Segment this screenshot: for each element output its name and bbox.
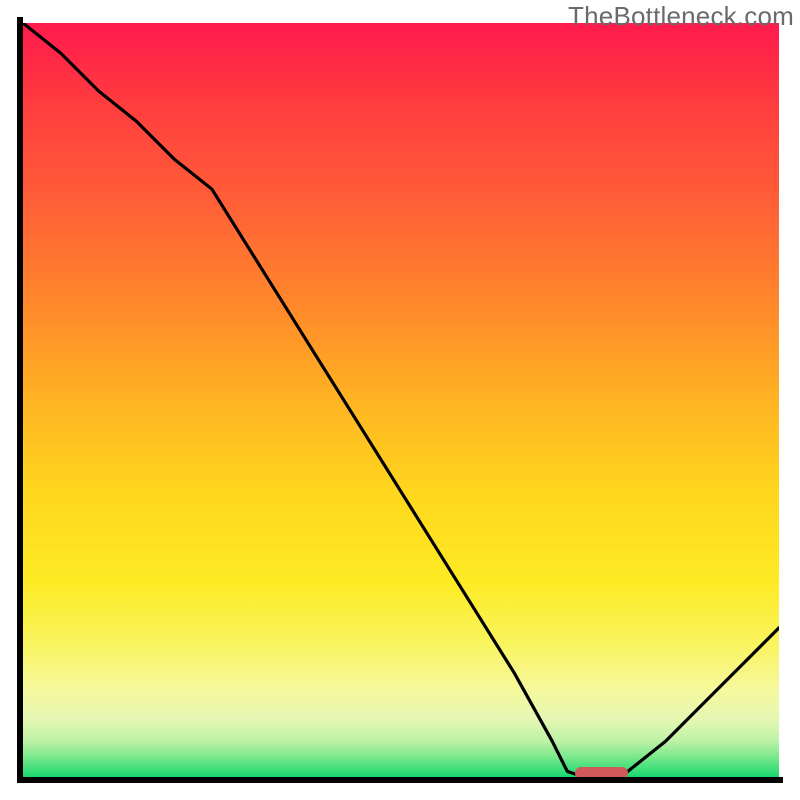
chart-container: TheBottleneck.com: [0, 0, 800, 800]
y-axis-line: [17, 17, 23, 781]
x-axis-line: [17, 777, 783, 783]
plot-area: [23, 23, 779, 779]
bottleneck-curve: [23, 23, 779, 779]
curve-path: [23, 23, 779, 779]
watermark-text: TheBottleneck.com: [568, 1, 794, 32]
